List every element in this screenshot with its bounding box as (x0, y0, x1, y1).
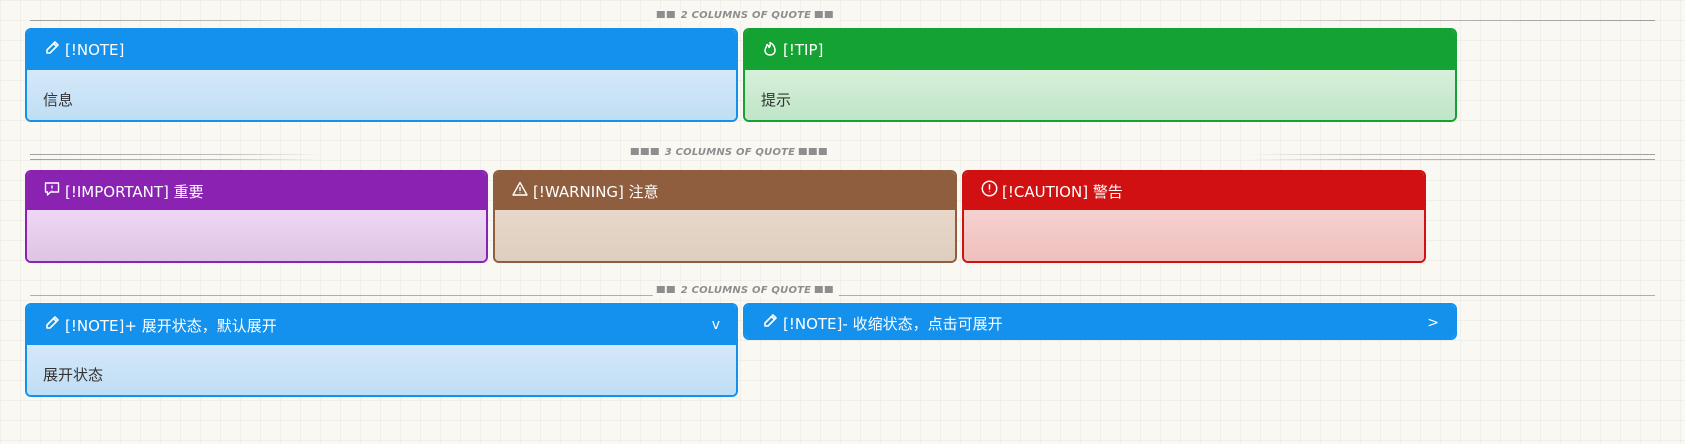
callout-header: [!NOTE] (27, 30, 736, 70)
callout-title: [!WARNING] 注意 (533, 182, 659, 201)
callout-warning: [!WARNING] 注意 (493, 170, 957, 263)
callout-title: [!IMPORTANT] 重要 (65, 182, 204, 201)
callout-title: [!TIP] (783, 41, 824, 59)
warning-triangle-icon (511, 180, 529, 198)
callout-caution: [!CAUTION] 警告 (962, 170, 1426, 263)
collapse-toggle-icon[interactable]: v (712, 317, 720, 333)
callout-body: 提示 (745, 70, 1455, 120)
pencil-icon (43, 314, 61, 332)
pencil-icon (43, 39, 61, 57)
callout-header[interactable]: [!NOTE]- 收缩状态，点击可展开 > (745, 305, 1455, 338)
circle-exclamation-icon (980, 180, 998, 198)
expand-toggle-icon[interactable]: > (1427, 315, 1439, 331)
callout-note-expanded[interactable]: [!NOTE]+ 展开状态，默认展开 v 展开状态 (25, 303, 738, 397)
divider-label: 3 COLUMNS OF QUOTE (626, 147, 834, 158)
callout-title: [!NOTE]- 收缩状态，点击可展开 (783, 315, 1003, 333)
callout-important: [!IMPORTANT] 重要 (25, 170, 488, 263)
callout-note: [!NOTE] 信息 (25, 28, 738, 122)
callout-header: [!WARNING] 注意 (495, 172, 955, 210)
callout-title: [!CAUTION] 警告 (1002, 182, 1123, 201)
callout-note-collapsed[interactable]: [!NOTE]- 收缩状态，点击可展开 > (743, 303, 1457, 340)
divider-label: 2 COLUMNS OF QUOTE (652, 10, 840, 21)
pencil-icon (761, 312, 779, 330)
callout-header: [!CAUTION] 警告 (964, 172, 1424, 210)
callout-header: [!IMPORTANT] 重要 (27, 172, 486, 210)
callout-header[interactable]: [!NOTE]+ 展开状态，默认展开 v (27, 305, 736, 345)
callout-body (495, 210, 955, 261)
callout-body: 展开状态 (27, 345, 736, 395)
callout-title: [!NOTE]+ 展开状态，默认展开 (65, 316, 277, 335)
callout-body (964, 210, 1424, 261)
section-divider-3-columns: 3 COLUMNS OF QUOTE (30, 147, 1655, 164)
divider-label: 2 COLUMNS OF QUOTE (652, 285, 840, 296)
callout-body (27, 210, 486, 261)
callout-header: [!TIP] (745, 30, 1455, 70)
speech-bubble-exclamation-icon (43, 180, 61, 198)
section-divider-2-columns: 2 COLUMNS OF QUOTE (30, 285, 1655, 302)
callout-body: 信息 (27, 70, 736, 120)
callout-tip: [!TIP] 提示 (743, 28, 1457, 122)
section-divider-2-columns: 2 COLUMNS OF QUOTE (30, 10, 1655, 27)
flame-icon (761, 39, 779, 57)
callout-title: [!NOTE] (65, 41, 125, 59)
